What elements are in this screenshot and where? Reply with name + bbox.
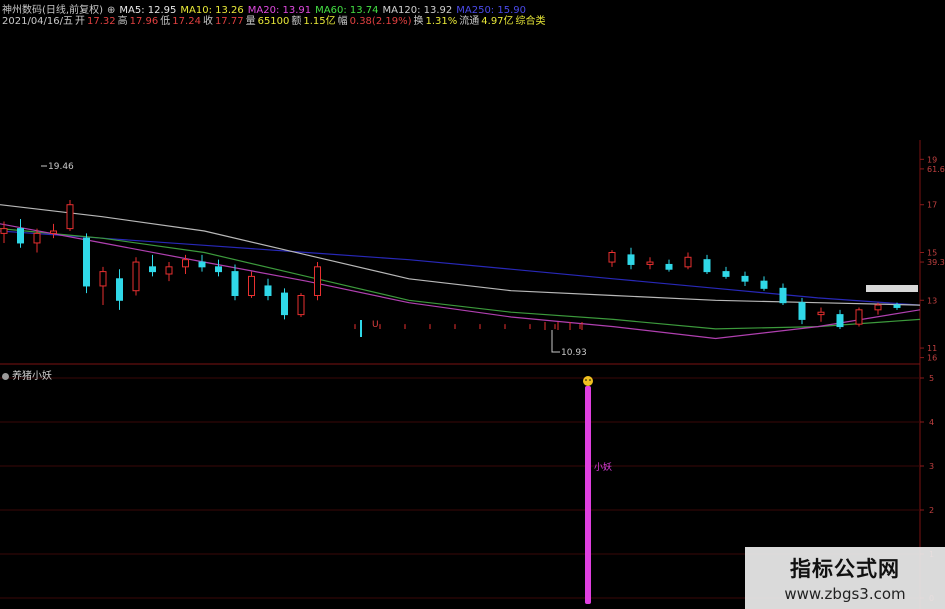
candle-body xyxy=(893,304,901,308)
price-tick-label: 39.3 xyxy=(927,258,945,267)
indicator-bar xyxy=(585,386,591,604)
indicator-bar-label: 小妖 xyxy=(594,461,612,473)
indicator-tick-label: 3 xyxy=(929,462,934,471)
candle-body xyxy=(50,230,57,234)
stock-chart: 1961.6171539.313111654321019.4610.93U小妖 xyxy=(0,140,945,609)
candle-body xyxy=(314,266,321,297)
indicator-smiley-icon xyxy=(583,376,593,386)
indicator-tick-label: 5 xyxy=(929,374,934,383)
price-tick-label: 11 xyxy=(927,344,937,353)
price-tick-label: 13 xyxy=(927,296,937,305)
candle-body xyxy=(684,256,692,268)
candle-body xyxy=(608,252,616,263)
low-marker-line xyxy=(551,330,560,353)
candle-body xyxy=(798,302,806,320)
indicator-smiley-eye xyxy=(585,379,587,381)
high-annotation: 19.46 xyxy=(48,162,74,172)
candle-body xyxy=(855,309,863,325)
price-tick-label: 17 xyxy=(927,201,937,210)
candle-body xyxy=(722,271,730,277)
price-tick-label: 16 xyxy=(927,354,937,363)
candle-body xyxy=(66,204,74,230)
candle-body xyxy=(231,271,239,297)
candle-body xyxy=(741,275,749,282)
watermark-url: www.zbgs3.com xyxy=(784,585,906,603)
candle-body xyxy=(817,311,825,316)
candle-body xyxy=(646,261,654,265)
indicator-panel-title: 养猪小妖 xyxy=(2,367,52,382)
candle-body xyxy=(0,228,8,234)
candle-body xyxy=(760,280,768,289)
candle-body xyxy=(198,261,206,268)
indicator-title-text: 养猪小妖 xyxy=(12,371,52,382)
candle-body xyxy=(215,266,222,273)
candle-body xyxy=(281,292,288,316)
watermark: 指标公式网 www.zbgs3.com xyxy=(745,547,945,609)
indicator-dot-icon xyxy=(2,373,9,380)
indicator-smiley-eye xyxy=(589,379,591,381)
price-tick-label: 19 xyxy=(927,155,937,164)
price-tick-label: 61.6 xyxy=(927,165,945,174)
candle-body xyxy=(779,287,787,304)
candle-body xyxy=(665,263,673,270)
candle-body xyxy=(627,254,635,265)
candle-body xyxy=(874,304,882,311)
candle-body xyxy=(703,259,711,273)
price-marker-box xyxy=(866,285,918,292)
candle-body xyxy=(83,237,90,287)
candle-body xyxy=(264,285,272,297)
candle-body xyxy=(132,261,140,292)
signal-annotation: U xyxy=(372,320,379,330)
low-annotation: 10.93 xyxy=(561,348,587,358)
candle-body xyxy=(33,232,41,244)
candle-body xyxy=(149,266,156,273)
candle-body xyxy=(248,275,255,296)
candle-body xyxy=(297,295,305,316)
price-tick-label: 15 xyxy=(927,249,937,258)
candle-body xyxy=(99,271,107,287)
candle-body xyxy=(836,314,844,328)
indicator-tick-label: 2 xyxy=(929,506,934,515)
candle-body xyxy=(116,278,123,301)
candle-body xyxy=(165,266,173,275)
watermark-title: 指标公式网 xyxy=(790,557,900,581)
indicator-tick-label: 4 xyxy=(929,418,934,427)
candle-body xyxy=(17,228,24,244)
candle-body xyxy=(182,259,189,268)
